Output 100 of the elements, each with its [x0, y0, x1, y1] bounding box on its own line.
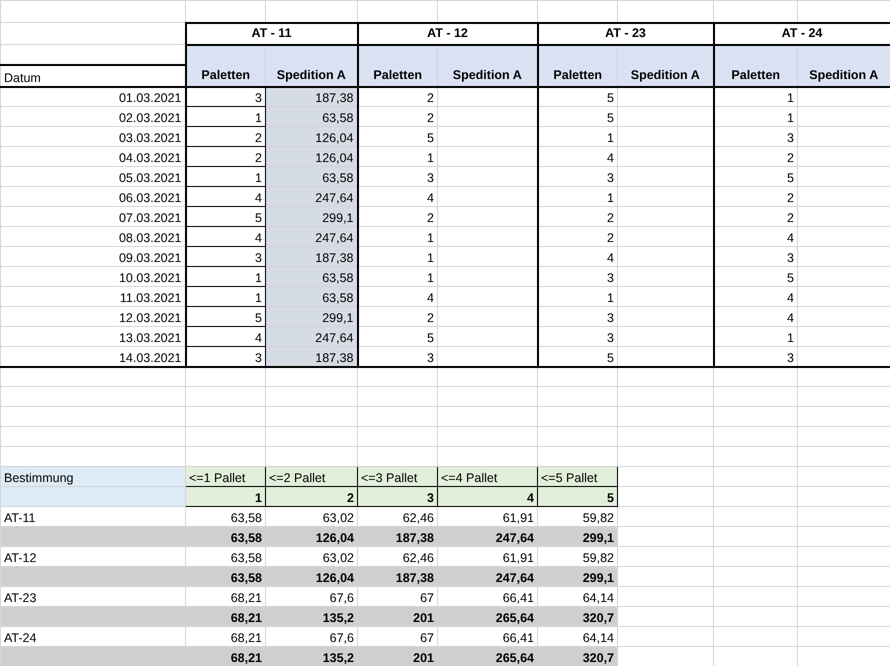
table-cell: 126,04	[266, 526, 358, 546]
table-cell: 187,38	[358, 526, 438, 546]
table-cell: 320,7	[538, 606, 618, 626]
column-header: <=1 Pallet	[186, 466, 266, 486]
table-cell: 299,1	[266, 306, 358, 326]
column-header: Spedition A	[798, 44, 890, 86]
table-cell: 1	[538, 186, 618, 206]
table-cell: 63,58	[266, 286, 358, 306]
table-cell: 68,21	[186, 606, 266, 626]
table-cell: 4	[714, 286, 798, 306]
table-cell: 126,04	[266, 126, 358, 146]
group-header: AT - 12	[358, 22, 538, 44]
table-cell: 5	[538, 346, 618, 366]
date-cell: 13.03.2021	[0, 326, 186, 346]
table-cell: 135,2	[266, 646, 358, 666]
table-cell: 5	[358, 126, 438, 146]
column-header: 4	[438, 486, 538, 506]
table-cell: 4	[358, 186, 438, 206]
column-header: <=4 Pallet	[438, 466, 538, 486]
table-cell: 299,1	[538, 566, 618, 586]
table-cell: 320,7	[538, 646, 618, 666]
table-cell: 201	[358, 646, 438, 666]
table-cell: 5	[714, 166, 798, 186]
date-cell: 11.03.2021	[0, 286, 186, 306]
table-cell: 1	[714, 326, 798, 346]
column-header: Paletten	[714, 44, 798, 86]
group-header: AT - 23	[538, 22, 714, 44]
table-cell: 3	[714, 346, 798, 366]
column-header: <=5 Pallet	[538, 466, 618, 486]
group-header: AT - 11	[186, 22, 358, 44]
table-cell: 2	[714, 186, 798, 206]
table-cell: 2	[538, 206, 618, 226]
table-cell: 68,21	[186, 646, 266, 666]
table-cell: 4	[538, 246, 618, 266]
column-header: Bestimmung	[0, 466, 186, 486]
table-cell: 247,64	[266, 186, 358, 206]
table-cell: 247,64	[266, 226, 358, 246]
table-cell: 1	[358, 266, 438, 286]
date-cell: 10.03.2021	[0, 266, 186, 286]
date-cell: 01.03.2021	[0, 86, 186, 106]
date-cell: 12.03.2021	[0, 306, 186, 326]
table-cell: 247,64	[266, 326, 358, 346]
table-cell: 201	[358, 606, 438, 626]
table-cell: 4	[538, 146, 618, 166]
table-cell: 247,64	[438, 566, 538, 586]
table-cell: 1	[538, 126, 618, 146]
table-cell: 126,04	[266, 566, 358, 586]
date-cell: 08.03.2021	[0, 226, 186, 246]
table-cell: 4	[714, 226, 798, 246]
table-cell: 187,38	[266, 246, 358, 266]
date-cell: 06.03.2021	[0, 186, 186, 206]
column-header: Paletten	[538, 44, 618, 86]
table-cell: 247,64	[438, 526, 538, 546]
table-cell: 2	[714, 146, 798, 166]
table-cell: 135,2	[266, 606, 358, 626]
table-cell: 265,64	[438, 606, 538, 626]
table-cell: 5	[538, 106, 618, 126]
table-cell: 3	[714, 246, 798, 266]
table-cell: 126,04	[266, 146, 358, 166]
table-cell: 299,1	[538, 526, 618, 546]
date-cell: 05.03.2021	[0, 166, 186, 186]
table-cell: 3	[538, 326, 618, 346]
table-cell: 2	[358, 206, 438, 226]
column-header: 2	[266, 486, 358, 506]
column-header: <=2 Pallet	[266, 466, 358, 486]
table-cell: 299,1	[266, 206, 358, 226]
table-cell: 3	[714, 126, 798, 146]
table-cell: 2	[714, 206, 798, 226]
column-header: 3	[358, 486, 438, 506]
table-cell: 5	[538, 86, 618, 106]
column-header: Paletten	[358, 44, 438, 86]
table-cell: 3	[538, 306, 618, 326]
column-header: Spedition A	[438, 44, 538, 86]
table-cell: 2	[358, 306, 438, 326]
table-cell: 3	[538, 166, 618, 186]
table-cell: 3	[538, 266, 618, 286]
date-cell: 02.03.2021	[0, 106, 186, 126]
column-header: 1	[186, 486, 266, 506]
column-header: Spedition A	[618, 44, 714, 86]
table-cell: 4	[358, 286, 438, 306]
table-cell: 2	[358, 86, 438, 106]
table-cell: 1	[714, 106, 798, 126]
table-cell: 1	[358, 226, 438, 246]
table-cell: 187,38	[266, 346, 358, 366]
table-cell: 4	[714, 306, 798, 326]
table-cell: 2	[358, 106, 438, 126]
table-cell: 1	[538, 286, 618, 306]
table-cell: 1	[714, 86, 798, 106]
table-cell: 5	[714, 266, 798, 286]
table-cell: 187,38	[358, 566, 438, 586]
column-header: Datum	[0, 64, 186, 86]
date-cell: 14.03.2021	[0, 346, 186, 366]
table-cell: 63,58	[266, 166, 358, 186]
table-cell: 63,58	[266, 266, 358, 286]
table-cell: 5	[358, 326, 438, 346]
date-cell: 03.03.2021	[0, 126, 186, 146]
column-header: 5	[538, 486, 618, 506]
date-cell: 07.03.2021	[0, 206, 186, 226]
table-cell: 3	[358, 346, 438, 366]
date-cell: 09.03.2021	[0, 246, 186, 266]
